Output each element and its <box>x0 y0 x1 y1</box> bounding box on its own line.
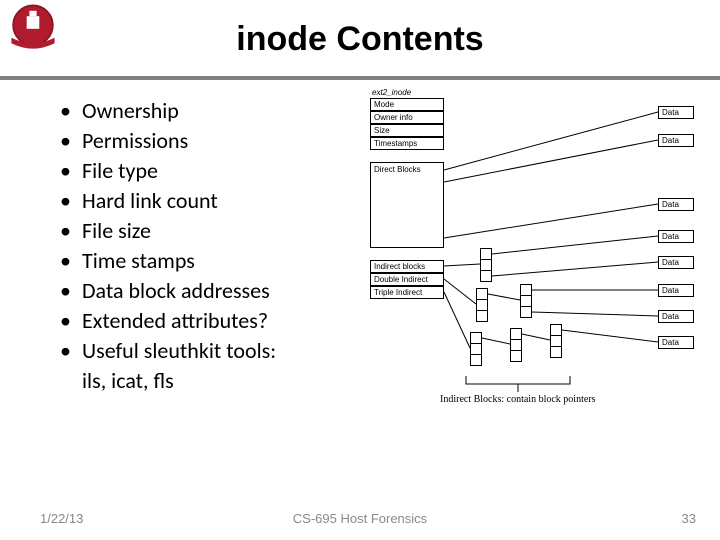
pointer-box <box>550 346 562 358</box>
data-box: Data <box>658 198 694 211</box>
bullet-item: Hard link count <box>54 186 374 216</box>
indirect-row: Indirect blocks <box>370 260 444 273</box>
pointer-box <box>520 306 532 318</box>
bullet-item: Permissions <box>54 126 374 156</box>
pointer-box <box>476 310 488 322</box>
pointer-box <box>470 332 482 344</box>
indirect-row: Triple Indirect <box>370 286 444 299</box>
title-divider <box>0 76 720 80</box>
pointer-box <box>470 354 482 366</box>
bullet-item: Ownership <box>54 96 374 126</box>
data-box: Data <box>658 106 694 119</box>
pointer-box <box>520 284 532 296</box>
bullet-item: Time stamps <box>54 246 374 276</box>
direct-blocks-label: Direct Blocks <box>374 165 421 174</box>
bullet-item: File type <box>54 156 374 186</box>
data-box: Data <box>658 134 694 147</box>
pointer-box <box>476 288 488 300</box>
bullet-list: Ownership Permissions File type Hard lin… <box>54 96 374 396</box>
pointer-box <box>510 328 522 340</box>
direct-blocks-box: Direct Blocks <box>370 162 444 248</box>
pointer-box <box>510 350 522 362</box>
diagram-header: ext2_inode <box>372 88 411 97</box>
inode-row: Mode <box>370 98 444 111</box>
bullet-item: Data block addresses <box>54 276 374 306</box>
inode-row: Owner info <box>370 111 444 124</box>
data-box: Data <box>658 336 694 349</box>
inode-row: Timestamps <box>370 137 444 150</box>
slide-title: inode Contents <box>0 20 720 59</box>
bullet-subline: ils, icat, fls <box>54 366 374 396</box>
pointer-box <box>550 324 562 336</box>
data-box: Data <box>658 256 694 269</box>
diagram-caption: Indirect Blocks: contain block pointers <box>440 394 596 405</box>
indirect-row: Double Indirect <box>370 273 444 286</box>
data-box: Data <box>658 310 694 323</box>
inode-row: Size <box>370 124 444 137</box>
footer-page-number: 33 <box>682 511 696 526</box>
pointer-box <box>480 248 492 260</box>
footer-course: CS-695 Host Forensics <box>0 511 720 526</box>
pointer-box <box>480 270 492 282</box>
bullet-item: Useful sleuthkit tools: <box>54 336 374 366</box>
inode-diagram: ext2_inode Mode Owner info Size Timestam… <box>370 88 710 448</box>
data-box: Data <box>658 230 694 243</box>
bullet-item: File size <box>54 216 374 246</box>
data-box: Data <box>658 284 694 297</box>
bullet-item: Extended attributes? <box>54 306 374 336</box>
